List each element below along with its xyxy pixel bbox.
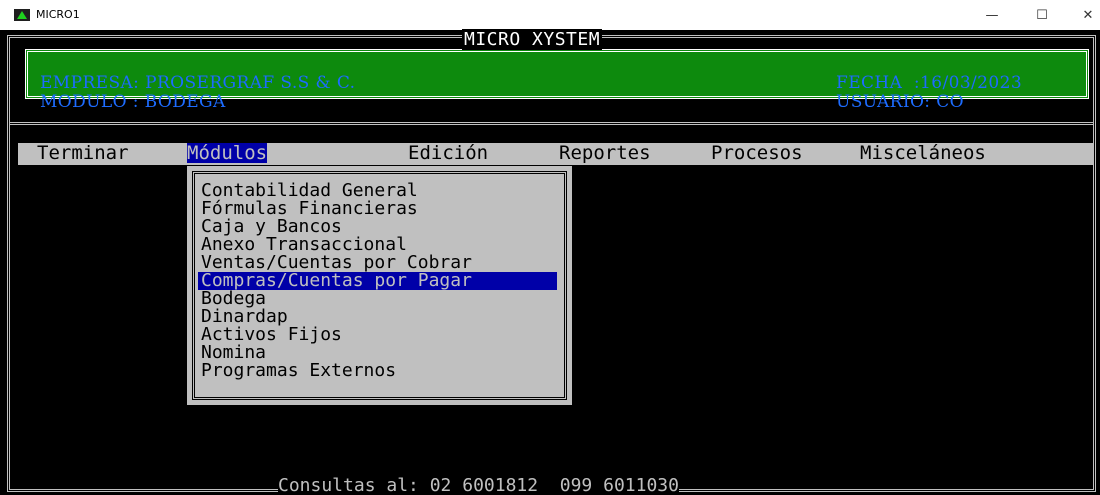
app-icon (14, 9, 30, 21)
menu-miscelaneos[interactable]: Misceláneos (860, 143, 986, 163)
header-box: EMPRESA: PROSERGRAF S.S & C. MODULO : BO… (25, 49, 1089, 112)
console-screen: EMPRESA: PROSERGRAF S.S & C. MODULO : BO… (0, 29, 1100, 495)
menu-edicion[interactable]: Edición (408, 143, 488, 163)
maximize-button[interactable]: ☐ (1030, 7, 1054, 25)
window-titlebar: MICRO1 — ☐ ✕ (0, 0, 1100, 30)
menu-procesos[interactable]: Procesos (711, 143, 803, 163)
menu-modulos[interactable]: Módulos (187, 143, 268, 163)
empresa-label: EMPRESA: PROSERGRAF S.S & C. (40, 73, 356, 93)
modulo-label: MODULO : BODEGA (40, 92, 226, 112)
fecha-label: FECHA :16/03/2023 (836, 73, 1023, 93)
minimize-button[interactable]: — (980, 7, 1004, 25)
menu-bar: Terminar Módulos Edición Reportes Proces… (18, 143, 1093, 165)
dropdown-item-programas[interactable]: Programas Externos (198, 362, 399, 380)
window-title: MICRO1 (36, 8, 80, 21)
close-button[interactable]: ✕ (1076, 7, 1100, 25)
modulos-dropdown: Contabilidad General Fórmulas Financiera… (187, 166, 572, 405)
menu-terminar[interactable]: Terminar (37, 143, 129, 163)
menu-reportes[interactable]: Reportes (559, 143, 651, 163)
usuario-label: USUARIO: CO (836, 92, 964, 112)
footer-contact: Consultas al: 02 6001812 099 6011030 (278, 475, 679, 495)
separator-line (10, 122, 1093, 125)
system-title: MICRO XYSTEM (462, 29, 603, 50)
